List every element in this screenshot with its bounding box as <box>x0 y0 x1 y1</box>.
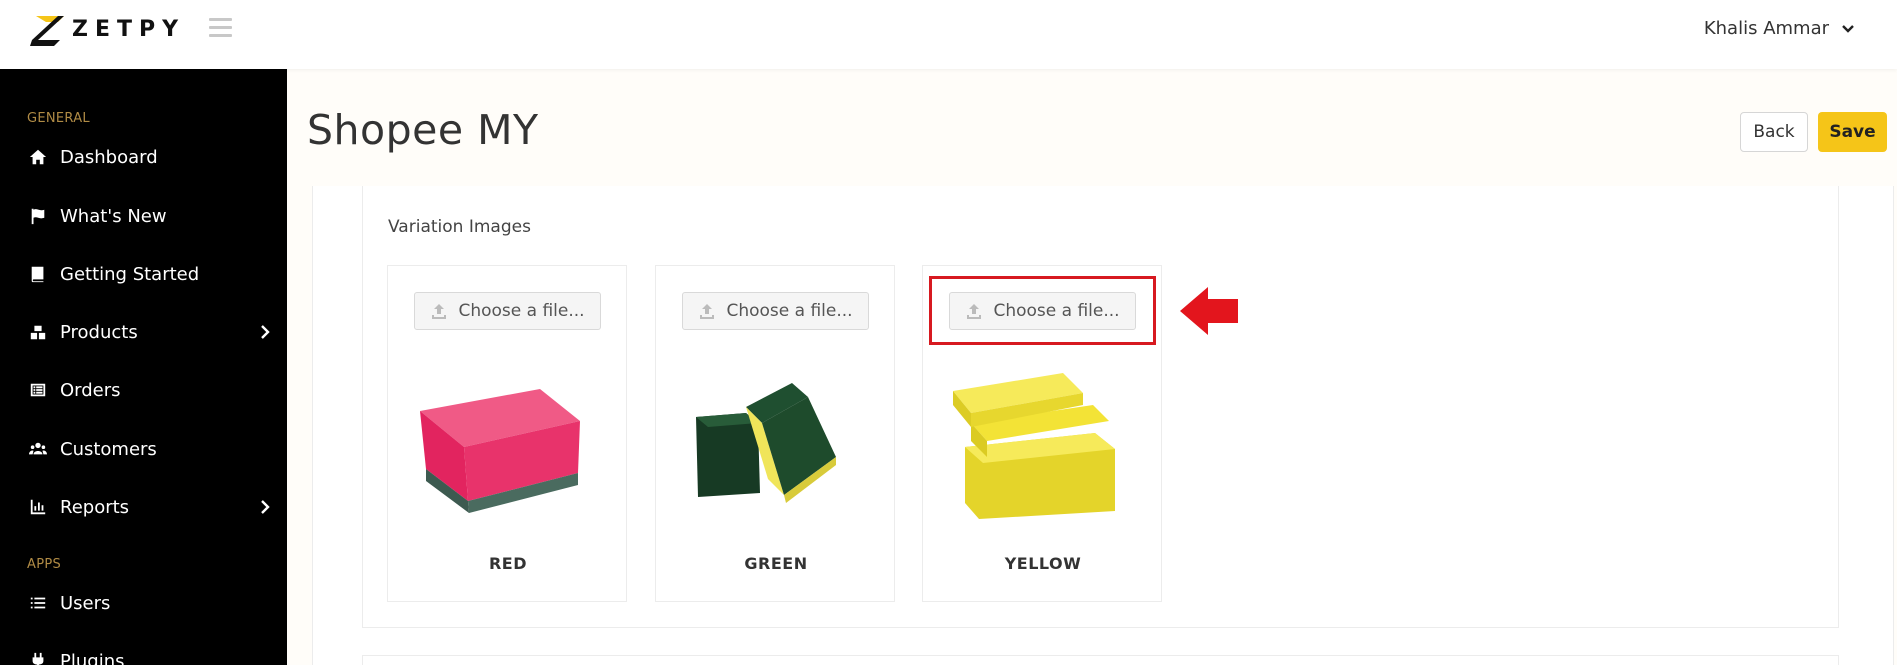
sponge-image-green <box>696 383 836 503</box>
sidebar-item-plugins[interactable]: Plugins <box>0 639 287 665</box>
variation-card-red: Choose a file... RED <box>387 265 627 602</box>
users-icon <box>28 439 48 459</box>
sidebar-item-reports[interactable]: Reports <box>0 485 287 529</box>
sidebar: GENERAL Dashboard What's New Getting Sta… <box>0 69 287 665</box>
sidebar-item-label: Dashboard <box>60 146 158 168</box>
top-bar: ZETPY Khalis Ammar <box>0 0 1897 69</box>
variation-name: GREEN <box>744 554 808 573</box>
plug-icon <box>28 651 48 665</box>
sidebar-section-apps: APPS <box>27 557 62 572</box>
sidebar-item-label: Products <box>60 321 138 343</box>
menu-toggle-icon[interactable] <box>209 18 233 38</box>
sidebar-section-general: GENERAL <box>27 111 90 126</box>
sidebar-item-customers[interactable]: Customers <box>0 427 287 471</box>
back-button[interactable]: Back <box>1740 112 1808 152</box>
variation-card-green: Choose a file... GREEN <box>655 265 895 602</box>
sidebar-item-label: Getting Started <box>60 263 200 285</box>
flag-icon <box>28 206 48 226</box>
variation-images-title: Variation Images <box>388 217 531 237</box>
chevron-down-icon <box>1842 24 1854 33</box>
sidebar-item-products[interactable]: Products <box>0 310 287 354</box>
chevron-right-icon <box>261 325 270 339</box>
brand-name: ZETPY <box>72 16 186 42</box>
chevron-right-icon <box>261 500 270 514</box>
variation-name: RED <box>488 554 528 573</box>
sidebar-item-dashboard[interactable]: Dashboard <box>0 135 287 179</box>
book-icon <box>28 264 48 284</box>
choose-file-label: Choose a file... <box>458 301 585 321</box>
upload-icon <box>700 304 715 319</box>
red-arrow-icon <box>1180 287 1238 335</box>
upload-icon <box>432 304 447 319</box>
list-alt-icon <box>28 380 48 400</box>
user-menu[interactable]: Khalis Ammar <box>1704 18 1855 39</box>
sponge-image-yellow <box>953 373 1115 519</box>
home-icon <box>28 147 48 167</box>
sidebar-item-users[interactable]: Users <box>0 581 287 625</box>
boxes-icon <box>28 322 48 342</box>
sidebar-item-label: Reports <box>60 496 130 518</box>
page-title: Shopee MY <box>307 106 539 154</box>
variation-name: YELLOW <box>1004 554 1082 573</box>
sidebar-item-label: Users <box>60 592 111 614</box>
sidebar-item-whats-new[interactable]: What's New <box>0 194 287 238</box>
save-button[interactable]: Save <box>1818 112 1887 152</box>
sponge-image-red <box>420 389 580 513</box>
highlight-box <box>929 276 1156 345</box>
next-panel <box>362 655 1839 665</box>
chart-icon <box>28 497 48 517</box>
sidebar-item-orders[interactable]: Orders <box>0 368 287 412</box>
choose-file-button[interactable]: Choose a file... <box>682 292 869 330</box>
zetpy-logo[interactable]: ZETPY <box>30 12 185 46</box>
user-name: Khalis Ammar <box>1703 18 1829 39</box>
choose-file-label: Choose a file... <box>726 301 853 321</box>
choose-file-button[interactable]: Choose a file... <box>414 292 601 330</box>
list-icon <box>28 593 48 613</box>
sidebar-item-label: What's New <box>60 205 167 227</box>
zetpy-logo-mark <box>30 16 64 46</box>
sidebar-item-getting-started[interactable]: Getting Started <box>0 252 287 296</box>
sidebar-item-label: Customers <box>60 438 157 460</box>
sidebar-item-label: Plugins <box>60 650 125 665</box>
sidebar-item-label: Orders <box>60 379 121 401</box>
